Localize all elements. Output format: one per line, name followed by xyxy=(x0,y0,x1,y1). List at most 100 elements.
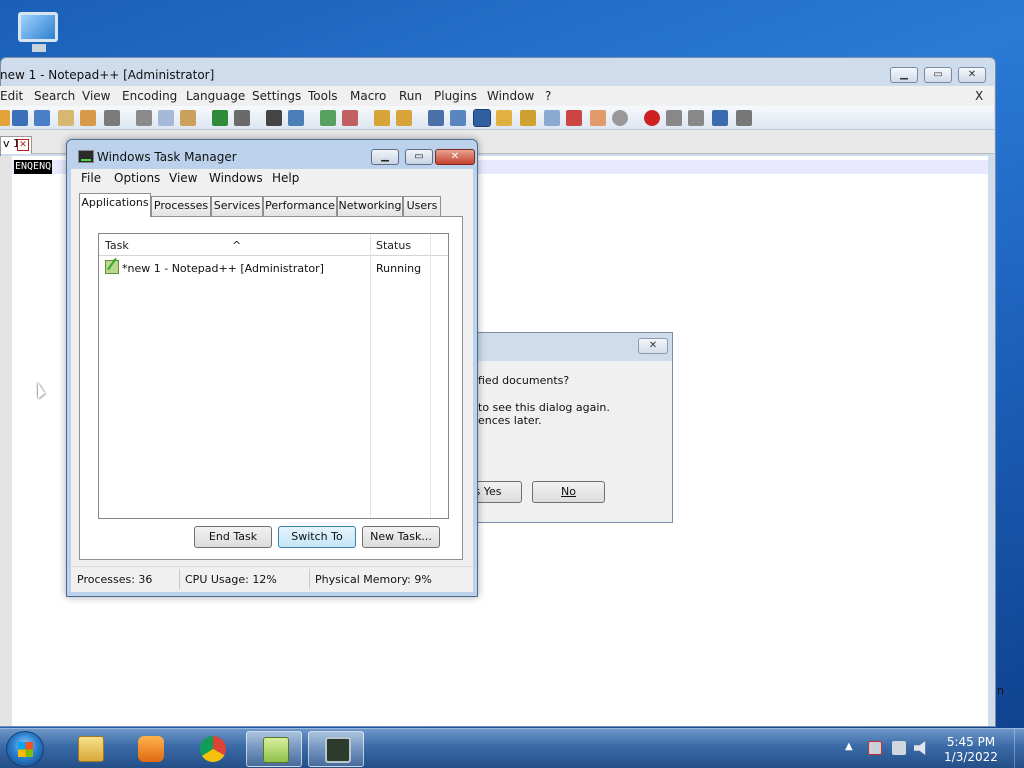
tab-users[interactable]: Users xyxy=(403,196,441,216)
end-task-button[interactable]: End Task xyxy=(194,526,272,548)
tab-services[interactable]: Services xyxy=(211,196,263,216)
save-dialog-note-2: ences later. xyxy=(478,414,542,427)
tm-menu-file[interactable]: File xyxy=(81,171,101,185)
menu-macro[interactable]: Macro xyxy=(350,89,386,103)
zoom-out-icon[interactable] xyxy=(342,110,358,126)
copy-icon[interactable] xyxy=(158,110,174,126)
taskbar-notepad-plus-plus[interactable] xyxy=(246,731,302,767)
menu-search[interactable]: Search xyxy=(34,89,75,103)
folder-workspace-icon[interactable] xyxy=(566,110,582,126)
taskbar: ▲ 5:45 PM 1/3/2022 xyxy=(0,728,1024,768)
sync-v-icon[interactable] xyxy=(374,110,390,126)
udl-icon[interactable] xyxy=(496,110,512,126)
editor-text: ENQENQ xyxy=(14,160,53,174)
save-dialog-close-button[interactable]: ✕ xyxy=(638,338,668,354)
print-icon[interactable] xyxy=(104,110,120,126)
undo-icon[interactable] xyxy=(212,110,228,126)
menu-edit[interactable]: Edit xyxy=(0,89,23,103)
column-task[interactable]: Task xyxy=(105,239,129,252)
stop-macro-icon[interactable] xyxy=(666,110,682,126)
action-center-icon[interactable] xyxy=(868,741,882,755)
open-icon[interactable] xyxy=(0,110,10,126)
tm-menu-help[interactable]: Help xyxy=(272,171,299,185)
taskbar-chrome[interactable] xyxy=(184,731,240,767)
task-manager-taskbar-icon xyxy=(325,737,351,763)
menu-settings[interactable]: Settings xyxy=(252,89,301,103)
monitor-icon[interactable] xyxy=(590,110,606,126)
cut-icon[interactable] xyxy=(136,110,152,126)
paste-icon[interactable] xyxy=(180,110,196,126)
record-disabled-icon[interactable] xyxy=(612,110,628,126)
run-multiple-icon[interactable] xyxy=(712,110,728,126)
tab-processes[interactable]: Processes xyxy=(151,196,211,216)
save-macro-icon[interactable] xyxy=(736,110,752,126)
notepad-maximize-button[interactable]: ▭ xyxy=(924,67,952,83)
network-icon[interactable] xyxy=(892,741,906,755)
close-file-icon[interactable] xyxy=(58,110,74,126)
menu-window[interactable]: Window xyxy=(487,89,534,103)
find-icon[interactable] xyxy=(266,110,282,126)
tm-maximize-button[interactable]: ▭ xyxy=(405,149,433,165)
show-symbols-icon[interactable] xyxy=(450,110,466,126)
menu-tools[interactable]: Tools xyxy=(308,89,338,103)
show-hidden-icons-icon[interactable]: ▲ xyxy=(845,741,853,752)
doc-map-icon[interactable] xyxy=(520,110,536,126)
menu-language[interactable]: Language xyxy=(186,89,245,103)
status-divider xyxy=(309,569,310,589)
computer-icon[interactable] xyxy=(14,8,64,58)
play-macro-icon[interactable] xyxy=(688,110,704,126)
tm-body: Applications Processes Services Performa… xyxy=(71,189,473,566)
menu-encoding[interactable]: Encoding xyxy=(122,89,177,103)
tab-applications[interactable]: Applications xyxy=(79,193,151,217)
menu-view[interactable]: View xyxy=(82,89,110,103)
task-manager-icon xyxy=(78,150,94,163)
system-clock[interactable]: 5:45 PM 1/3/2022 xyxy=(930,735,1012,765)
taskbar-media-player[interactable] xyxy=(122,731,178,767)
redo-icon[interactable] xyxy=(234,110,250,126)
zoom-in-icon[interactable] xyxy=(320,110,336,126)
save-all-icon[interactable] xyxy=(34,110,50,126)
menu-run[interactable]: Run xyxy=(399,89,422,103)
close-all-icon[interactable] xyxy=(80,110,96,126)
media-player-icon xyxy=(138,736,164,762)
tab-close-icon[interactable]: ✕ xyxy=(17,139,29,151)
tm-minimize-button[interactable]: ▁ xyxy=(371,149,399,165)
status-cpu: CPU Usage: 12% xyxy=(185,573,277,586)
column-divider xyxy=(430,234,431,518)
record-macro-icon[interactable] xyxy=(644,110,660,126)
switch-to-button[interactable]: Switch To xyxy=(278,526,356,548)
notepad-app-icon xyxy=(105,260,119,274)
menu-help[interactable]: ? xyxy=(545,89,551,103)
taskbar-explorer[interactable] xyxy=(62,731,118,767)
indent-guide-icon[interactable] xyxy=(473,109,491,127)
function-list-icon[interactable] xyxy=(544,110,560,126)
mouse-cursor-icon xyxy=(38,382,45,402)
sync-h-icon[interactable] xyxy=(396,110,412,126)
tm-menu-windows[interactable]: Windows xyxy=(209,171,263,185)
replace-icon[interactable] xyxy=(288,110,304,126)
volume-icon[interactable] xyxy=(914,741,926,755)
tab-performance[interactable]: Performance xyxy=(263,196,337,216)
tm-menu-view[interactable]: View xyxy=(169,171,197,185)
tm-menu-options[interactable]: Options xyxy=(114,171,160,185)
tab-new-1[interactable]: v 1 ✕ xyxy=(0,136,32,154)
save-dialog: ✕ fied documents? to see this dialog aga… xyxy=(454,332,673,523)
wrap-icon[interactable] xyxy=(428,110,444,126)
start-button[interactable] xyxy=(6,731,44,767)
menu-plugins[interactable]: Plugins xyxy=(434,89,477,103)
table-row-task[interactable]: *new 1 - Notepad++ [Administrator] xyxy=(122,262,324,275)
save-icon[interactable] xyxy=(12,110,28,126)
show-desktop-button[interactable] xyxy=(1014,729,1024,768)
tm-close-button[interactable]: ✕ xyxy=(435,149,475,165)
new-task-button[interactable]: New Task... xyxy=(362,526,440,548)
task-list[interactable]: ^ Task Status *new 1 - Notepad++ [Admini… xyxy=(98,233,449,519)
menu-close-doc[interactable]: X xyxy=(975,89,983,103)
tm-menubar: File Options View Windows Help xyxy=(71,169,473,189)
notepad-minimize-button[interactable]: ▁ xyxy=(890,67,918,83)
no-button[interactable]: No xyxy=(532,481,605,503)
tm-status-bar: Processes: 36 CPU Usage: 12% Physical Me… xyxy=(71,566,473,592)
column-status[interactable]: Status xyxy=(376,239,411,252)
notepad-close-button[interactable]: ✕ xyxy=(958,67,986,83)
taskbar-task-manager[interactable] xyxy=(308,731,364,767)
tab-networking[interactable]: Networking xyxy=(337,196,403,216)
